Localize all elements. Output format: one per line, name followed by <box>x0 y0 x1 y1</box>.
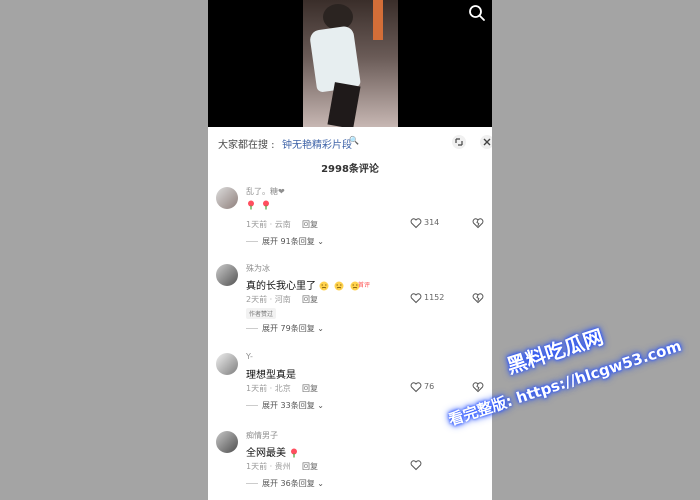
divider-line <box>246 328 258 329</box>
search-suggestion-prefix: 大家都在搜 : <box>218 140 275 151</box>
reply-button[interactable]: 回复 <box>302 219 318 230</box>
comment-text: 真的长我心里了 <box>246 281 316 292</box>
phone-screen: 大家都在搜 : 钟无艳精彩片段 🔍 2998条评论 乱了。糖❤ 1天前 · 云南… <box>208 0 492 500</box>
avatar[interactable] <box>216 264 238 286</box>
heart-icon <box>410 293 422 304</box>
reply-button[interactable]: 回复 <box>302 383 318 394</box>
video-frame <box>303 0 398 127</box>
rose-emoji-icon <box>248 200 254 210</box>
expand-replies-button[interactable]: 展开 91条回复 ⌄ <box>246 236 324 247</box>
comment-time-location: 1天前 · 北京 <box>246 384 291 393</box>
comment-username[interactable]: 乱了。糖❤ <box>246 186 285 197</box>
comment-username[interactable]: 痴情男子 <box>246 430 278 441</box>
comment-emoji-content <box>246 200 273 211</box>
comment-content: 理想型真是 <box>246 370 296 381</box>
broken-heart-icon[interactable] <box>472 217 484 229</box>
comment-time-location: 1天前 · 贵州 <box>246 462 291 471</box>
search-icon[interactable] <box>468 4 486 22</box>
hot-comment-tag: 首评 <box>358 282 371 289</box>
avatar[interactable] <box>216 187 238 209</box>
comment-username[interactable]: 殊为冰 <box>246 263 270 274</box>
search-suggestion-query[interactable]: 钟无艳精彩片段 <box>282 136 352 151</box>
expand-replies-label: 展开 79条回复 <box>262 324 315 333</box>
like-button[interactable]: 1152 <box>410 292 458 304</box>
heart-icon <box>410 382 422 393</box>
expand-replies-label: 展开 33条回复 <box>262 401 315 410</box>
rose-emoji-icon <box>291 448 298 458</box>
expand-replies-button[interactable]: 展开 36条回复 ⌄ <box>246 478 324 489</box>
person-head <box>323 4 353 30</box>
comment-text: 全网最美 <box>246 448 286 459</box>
divider-line <box>246 241 258 242</box>
expand-replies-label: 展开 91条回复 <box>262 237 315 246</box>
comment-time-location: 1天前 · 云南 <box>246 220 291 229</box>
crying-emoji-icon <box>319 281 329 291</box>
search-mini-icon: 🔍 <box>349 136 359 145</box>
heart-icon <box>410 218 422 229</box>
divider-line <box>246 483 258 484</box>
comment-content: 全网最美 <box>246 444 301 459</box>
chevron-down-icon: ⌄ <box>317 401 324 410</box>
like-button[interactable]: 314 <box>410 217 458 229</box>
close-icon[interactable] <box>480 135 492 149</box>
like-count: 76 <box>424 382 435 391</box>
like-count: 314 <box>424 218 440 227</box>
comments-sheet: 大家都在搜 : 钟无艳精彩片段 🔍 2998条评论 乱了。糖❤ 1天前 · 云南… <box>208 127 492 500</box>
chevron-down-icon: ⌄ <box>317 479 324 488</box>
author-liked-badge: 作者赞过 <box>246 308 277 319</box>
rose-emoji-icon <box>263 200 270 210</box>
avatar[interactable] <box>216 431 238 453</box>
expand-icon[interactable] <box>452 135 466 149</box>
left-backdrop <box>0 0 208 500</box>
expand-replies-button[interactable]: 展开 33条回复 ⌄ <box>246 400 324 411</box>
reply-button[interactable]: 回复 <box>302 294 318 305</box>
reply-button[interactable]: 回复 <box>302 461 318 472</box>
like-count: 1152 <box>424 293 445 302</box>
search-suggestion-row[interactable]: 大家都在搜 : 钟无艳精彩片段 🔍 <box>218 134 492 151</box>
comment-time-location: 2天前 · 河南 <box>246 295 291 304</box>
like-button[interactable] <box>410 459 458 471</box>
heart-icon <box>410 460 422 471</box>
avatar[interactable] <box>216 353 238 375</box>
expand-replies-label: 展开 36条回复 <box>262 479 315 488</box>
comment-content: 真的长我心里了 <box>246 277 362 292</box>
chevron-down-icon: ⌄ <box>317 237 324 246</box>
comments-count: 2998条评论 <box>321 164 379 175</box>
video-background-stripe <box>373 0 383 40</box>
broken-heart-icon[interactable] <box>472 292 484 304</box>
chevron-down-icon: ⌄ <box>317 324 324 333</box>
video-player[interactable] <box>208 0 492 127</box>
expand-replies-button[interactable]: 展开 79条回复 ⌄ <box>246 323 324 334</box>
comment-username[interactable]: Y- <box>246 352 253 361</box>
divider-line <box>246 405 258 406</box>
crying-emoji-icon <box>334 281 344 291</box>
